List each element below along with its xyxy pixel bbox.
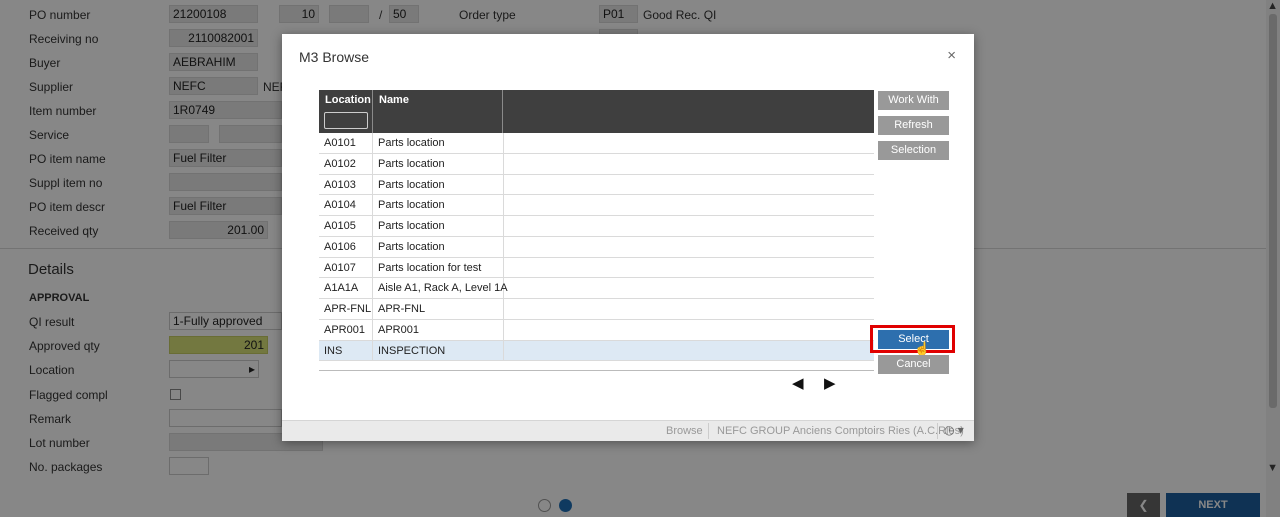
location-filter-input[interactable]	[324, 112, 368, 129]
status-separator	[937, 423, 938, 439]
location-cell: APR001	[319, 319, 373, 340]
table-row[interactable]: A1A1A Aisle A1, Rack A, Level 1A	[319, 278, 874, 299]
name-cell: APR001	[373, 319, 504, 340]
dialog-title: M3 Browse	[299, 49, 370, 65]
table-row[interactable]: INS INSPECTION	[319, 340, 874, 362]
table-row[interactable]: A0101 Parts location	[319, 133, 874, 154]
grid-footer	[319, 361, 874, 372]
location-cell: A0107	[319, 257, 373, 278]
status-company: NEFC GROUP Anciens Comptoirs Ries (A.C.R…	[717, 425, 964, 437]
name-cell: Parts location	[373, 216, 504, 236]
table-row[interactable]: A0105 Parts location	[319, 216, 874, 237]
name-cell: Parts location	[373, 133, 504, 153]
dialog-status-bar: Browse NEFC GROUP Anciens Comptoirs Ries…	[282, 420, 974, 441]
browse-grid: Location Name A0101 Parts location A0102 Pa…	[319, 90, 874, 372]
name-cell: INSPECTION	[373, 340, 504, 361]
name-cell: Aisle A1, Rack A, Level 1A	[373, 278, 508, 299]
cancel-button[interactable]: Cancel	[878, 355, 949, 374]
name-cell: Parts location	[373, 174, 504, 195]
work-with-button[interactable]: Work With	[878, 91, 949, 110]
status-program: Browse	[666, 425, 703, 437]
name-cell: Parts location	[373, 153, 504, 174]
location-cell: A0103	[319, 174, 373, 195]
location-cell: A0102	[319, 153, 373, 174]
status-separator	[708, 423, 709, 439]
selection-button[interactable]: Selection	[878, 141, 949, 160]
location-cell: APR-FNL	[319, 299, 373, 319]
name-cell: Parts location	[373, 236, 504, 257]
location-cell: A0104	[319, 195, 373, 216]
name-cell: APR-FNL	[373, 299, 504, 319]
column-location-label: Location	[325, 94, 371, 106]
location-cell: A0101	[319, 133, 373, 153]
location-cell: A0105	[319, 216, 373, 236]
table-row[interactable]: A0106 Parts location	[319, 236, 874, 258]
m3-browse-dialog: M3 Browse × Location Name A0101 Parts loc…	[282, 34, 974, 441]
table-row[interactable]: APR001 APR001	[319, 319, 874, 341]
close-icon[interactable]: ×	[947, 47, 956, 64]
clock-icon[interactable]: ◷ ▾	[944, 423, 964, 437]
table-row[interactable]: A0104 Parts location	[319, 195, 874, 216]
previous-page-icon[interactable]: ◀	[792, 374, 804, 392]
location-cell: INS	[319, 340, 373, 361]
table-row[interactable]: APR-FNL APR-FNL	[319, 299, 874, 320]
location-cell: A0106	[319, 236, 373, 257]
grid-header: Location Name	[319, 90, 874, 133]
location-cell: A1A1A	[319, 278, 373, 299]
column-header-name[interactable]: Name	[373, 90, 503, 133]
column-name-label: Name	[379, 94, 409, 106]
grid-body: A0101 Parts location A0102 Parts location A0…	[319, 133, 874, 362]
table-row[interactable]: A0107 Parts location for test	[319, 257, 874, 279]
name-cell: Parts location for test	[373, 257, 504, 278]
table-row[interactable]: A0102 Parts location	[319, 153, 874, 175]
name-cell: Parts location	[373, 195, 504, 216]
table-row[interactable]: A0103 Parts location	[319, 174, 874, 196]
column-header-location[interactable]: Location	[319, 90, 373, 133]
refresh-button[interactable]: Refresh	[878, 116, 949, 135]
next-page-icon[interactable]: ▶	[824, 374, 836, 392]
